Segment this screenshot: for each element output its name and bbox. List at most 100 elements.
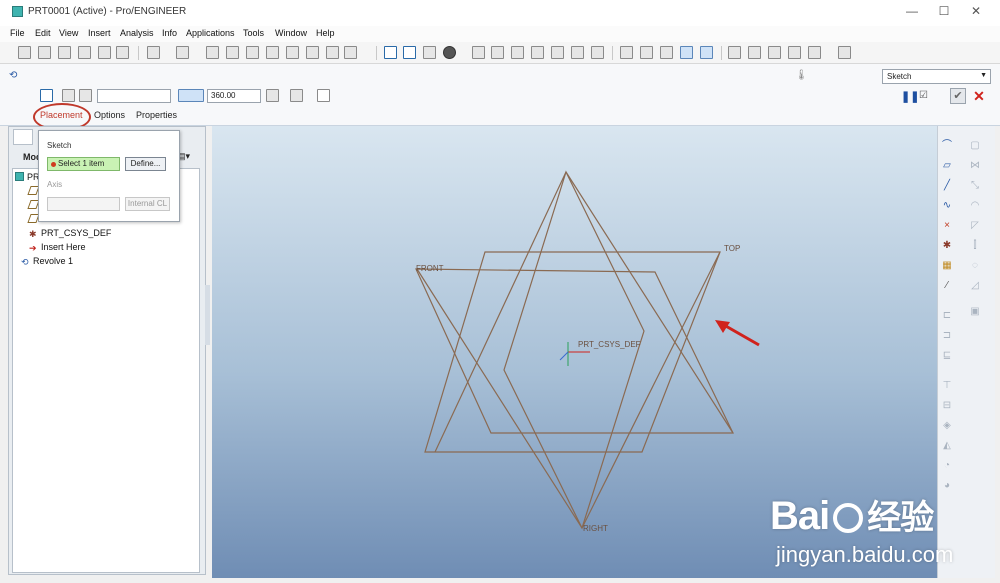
tree-item-insert-here[interactable]: ➔ Insert Here: [29, 242, 86, 253]
shading-icon[interactable]: [443, 46, 456, 59]
context-help-icon[interactable]: [838, 46, 851, 59]
regen-manager-icon[interactable]: [306, 46, 319, 59]
zoom-in-icon[interactable]: [472, 46, 485, 59]
annotation-display-icon[interactable]: [808, 46, 821, 59]
minimize-button[interactable]: —: [905, 4, 919, 18]
remove-material-icon[interactable]: [79, 89, 92, 102]
confirm-check-icon[interactable]: ✔: [950, 88, 966, 104]
select-tool-icon[interactable]: ⌒: [940, 140, 954, 152]
menu-info[interactable]: Info: [162, 28, 177, 38]
panel-splitter[interactable]: [205, 285, 210, 345]
sketch-filter-select[interactable]: Sketch ▼: [882, 69, 991, 84]
solid-icon[interactable]: [40, 89, 53, 102]
wireframe-icon[interactable]: [620, 46, 633, 59]
mirror-tool-icon[interactable]: ⋈: [968, 160, 982, 172]
axis-collector[interactable]: [47, 197, 120, 211]
define-button[interactable]: Define...: [125, 157, 166, 171]
modify-tool-icon[interactable]: ⁄: [940, 280, 954, 292]
tree-settings-icon[interactable]: ▤▾: [177, 151, 201, 165]
rectangle-tool-icon[interactable]: ▱: [940, 160, 954, 172]
shell-tool-icon[interactable]: ▣: [968, 306, 982, 318]
thicken-icon[interactable]: [290, 89, 303, 102]
datum-plane-display-icon[interactable]: [728, 46, 741, 59]
enhanced-realism-icon[interactable]: [700, 46, 713, 59]
zoom-out-icon[interactable]: [491, 46, 504, 59]
rib-tool-icon[interactable]: ⊤: [940, 380, 954, 392]
axis-tool-icon[interactable]: ⫿: [968, 240, 982, 252]
sketch-section-icon[interactable]: [317, 89, 330, 102]
blend-tool-icon[interactable]: ◈: [940, 420, 954, 432]
saved-views-icon[interactable]: [551, 46, 564, 59]
spline-tool-icon[interactable]: ∿: [940, 200, 954, 212]
tab-placement[interactable]: Placement: [40, 110, 83, 120]
cancel-x-icon[interactable]: ✕: [971, 88, 987, 104]
find-icon[interactable]: [326, 46, 339, 59]
menu-window[interactable]: Window: [275, 28, 307, 38]
menu-tools[interactable]: Tools: [243, 28, 264, 38]
regenerate-icon[interactable]: [286, 46, 299, 59]
tab-options[interactable]: Options: [94, 110, 125, 120]
warp-tool-icon[interactable]: ◭: [940, 440, 954, 452]
layers-icon[interactable]: [571, 46, 584, 59]
fillet-tool-icon[interactable]: ◠: [968, 200, 982, 212]
draft-tool-icon[interactable]: ◿: [968, 280, 982, 292]
open-file-icon[interactable]: [38, 46, 51, 59]
pause-icon[interactable]: ❚❚: [901, 90, 919, 103]
paste-icon[interactable]: [246, 46, 259, 59]
refit-icon[interactable]: [511, 46, 524, 59]
no-hidden-icon[interactable]: [660, 46, 673, 59]
flip-direction-icon[interactable]: [266, 89, 279, 102]
graph-icon[interactable]: [423, 46, 436, 59]
model-tree-tab-icon[interactable]: [13, 129, 33, 145]
sketch-datum-icon[interactable]: [403, 46, 416, 59]
angle-type-icon[interactable]: [178, 89, 204, 102]
view-manager-icon[interactable]: [591, 46, 604, 59]
hole-tool-icon[interactable]: ⊟: [940, 400, 954, 412]
maximize-button[interactable]: ☐: [937, 4, 951, 18]
extrude-tool-icon[interactable]: ⊐: [940, 330, 954, 342]
internal-cl-button[interactable]: Internal CL: [125, 197, 170, 211]
paste-special-icon[interactable]: [266, 46, 279, 59]
sketch-mode-icon[interactable]: [384, 46, 397, 59]
menu-applications[interactable]: Applications: [186, 28, 235, 38]
copy-tool-icon[interactable]: ▢: [968, 140, 982, 152]
close-window-button[interactable]: ✕: [969, 4, 983, 18]
email-link-icon[interactable]: [116, 46, 129, 59]
tab-properties[interactable]: Properties: [136, 110, 177, 120]
front-datum-plane[interactable]: [415, 268, 734, 434]
sketch-collector[interactable]: Select 1 item: [47, 157, 120, 171]
pattern-tool-icon[interactable]: ⊏: [940, 310, 954, 322]
tree-item-part[interactable]: PR: [15, 172, 40, 182]
print-icon[interactable]: [78, 46, 91, 59]
trim-tool-icon[interactable]: ⤡: [968, 180, 982, 192]
point-tool-icon[interactable]: ×: [940, 220, 954, 232]
new-file-icon[interactable]: [18, 46, 31, 59]
surface-icon[interactable]: [62, 89, 75, 102]
shaded-icon[interactable]: [680, 46, 693, 59]
datum-axis-display-icon[interactable]: [748, 46, 761, 59]
undo-icon[interactable]: [147, 46, 160, 59]
menu-help[interactable]: Help: [316, 28, 335, 38]
copy-icon[interactable]: [226, 46, 239, 59]
angle-value-input[interactable]: 360.00: [207, 89, 261, 103]
sweep-tool-icon[interactable]: ⊑: [940, 350, 954, 362]
select-box-icon[interactable]: [344, 46, 357, 59]
datum-point-display-icon[interactable]: [768, 46, 781, 59]
redo-icon[interactable]: [176, 46, 189, 59]
reorient-icon[interactable]: [531, 46, 544, 59]
axis-reference-field[interactable]: [97, 89, 171, 103]
menu-insert[interactable]: Insert: [88, 28, 111, 38]
menu-analysis[interactable]: Analysis: [120, 28, 154, 38]
palette-tool-icon[interactable]: ▦: [940, 260, 954, 272]
csys-tool-icon[interactable]: ✱: [940, 240, 954, 252]
menu-edit[interactable]: Edit: [35, 28, 51, 38]
round-tool-icon[interactable]: ◌: [968, 260, 982, 272]
email-icon[interactable]: [98, 46, 111, 59]
preview-icon[interactable]: ☑: [919, 90, 941, 102]
cut-icon[interactable]: [206, 46, 219, 59]
menu-file[interactable]: File: [10, 28, 25, 38]
menu-view[interactable]: View: [59, 28, 78, 38]
save-icon[interactable]: [58, 46, 71, 59]
hidden-line-icon[interactable]: [640, 46, 653, 59]
chamfer-tool-icon[interactable]: ◸: [968, 220, 982, 232]
